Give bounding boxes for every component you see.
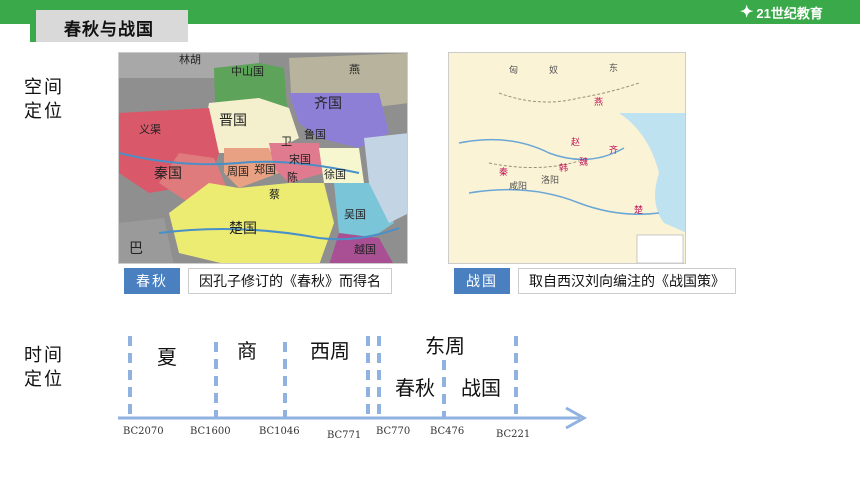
tick-label-bc221: BC221: [496, 429, 531, 440]
tick-label-bc770: BC770: [376, 426, 411, 437]
period-xizhou: 西周: [310, 339, 350, 363]
period-dongzhou: 东周: [425, 334, 465, 358]
period-chunqiu: 春秋: [395, 376, 435, 400]
period-xia: 夏: [157, 345, 177, 369]
period-shang: 商: [237, 339, 257, 363]
tick-label-bc476: BC476: [430, 426, 465, 437]
timeline-graphic: [118, 336, 588, 430]
tick-label-bc1046: BC1046: [259, 426, 300, 437]
tick-label-bc771: BC771: [327, 430, 362, 441]
tick-label-bc1600: BC1600: [190, 426, 231, 437]
period-zhanguo: 战国: [461, 376, 501, 400]
tick-label-bc2070: BC2070: [123, 426, 164, 437]
